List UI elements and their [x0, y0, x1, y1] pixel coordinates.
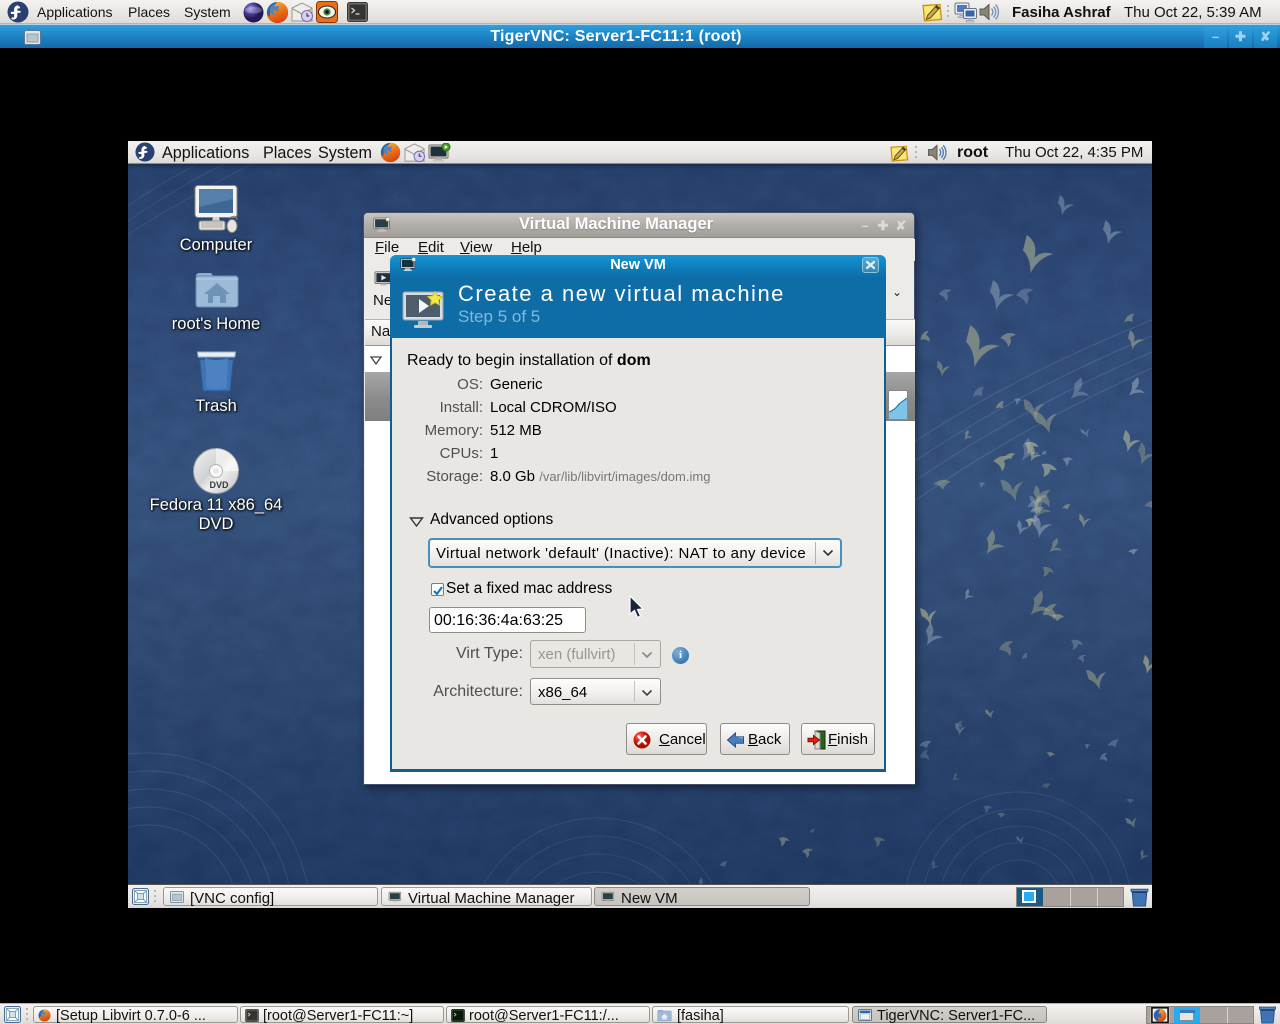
svg-text:DVD: DVD [209, 480, 229, 490]
